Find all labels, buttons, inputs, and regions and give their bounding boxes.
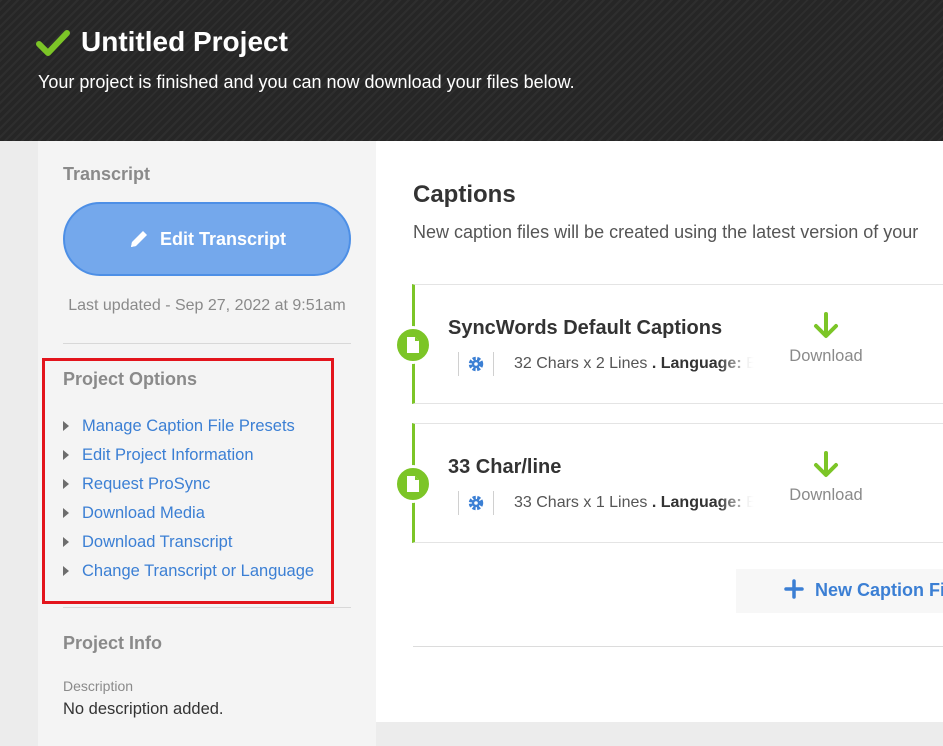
caret-right-icon (63, 507, 69, 518)
download-button[interactable]: Download (783, 450, 869, 505)
option-edit-project-information[interactable]: Edit Project Information (63, 441, 314, 470)
new-caption-file-label: New Caption Fi (815, 580, 943, 600)
download-button[interactable]: Download (783, 311, 869, 366)
description-label: Description (63, 678, 134, 694)
caption-meta: 33 Chars x 1 Lines . Language: En (458, 490, 754, 516)
checkmark-icon (36, 30, 70, 56)
project-info-title: Project Info (63, 633, 163, 653)
divider (413, 646, 943, 647)
gear-icon[interactable] (459, 494, 493, 512)
divider (63, 343, 351, 344)
description-value: No description added. (63, 700, 224, 718)
download-label: Download (789, 347, 863, 365)
transcript-section-title: Transcript (63, 164, 151, 184)
plus-icon (784, 579, 804, 599)
project-options-list: Manage Caption File Presets Edit Project… (63, 412, 314, 586)
caption-preset-info: 33 Chars x 1 Lines . Language: En (514, 494, 754, 511)
caret-right-icon (63, 449, 69, 460)
option-change-transcript-or-language[interactable]: Change Transcript or Language (63, 557, 314, 586)
caption-preset-info: 32 Chars x 2 Lines . Language: En (514, 355, 754, 372)
separator (493, 352, 494, 376)
separator (493, 491, 494, 515)
caption-meta: 32 Chars x 2 Lines . Language: En (458, 351, 754, 377)
option-request-prosync[interactable]: Request ProSync (63, 470, 314, 499)
file-icon (394, 326, 432, 364)
caption-card: 33 Char/line 33 Chars x 1 Lines . Langua… (394, 423, 943, 543)
project-options-title: Project Options (63, 369, 198, 389)
caret-right-icon (63, 478, 69, 489)
sidebar: Transcript Edit Transcript Last updated … (38, 141, 376, 746)
caret-right-icon (63, 536, 69, 547)
file-icon (394, 465, 432, 503)
last-updated-text: Last updated - Sep 27, 2022 at 9:51am (68, 297, 346, 314)
download-label: Download (789, 486, 863, 504)
caret-right-icon (63, 420, 69, 431)
captions-panel: Captions New caption files will be creat… (376, 141, 943, 722)
pencil-icon (130, 231, 147, 247)
caret-right-icon (63, 565, 69, 576)
captions-description: New caption files will be created using … (413, 222, 919, 242)
caption-name: 33 Char/line (448, 456, 562, 478)
option-manage-caption-file-presets[interactable]: Manage Caption File Presets (63, 412, 314, 441)
download-arrow-icon (814, 312, 838, 338)
project-status-message: Your project is finished and you can now… (38, 72, 575, 92)
project-header: Untitled Project Your project is finishe… (0, 0, 943, 141)
caption-card: SyncWords Default Captions 32 Chars x 2 … (394, 284, 943, 404)
option-download-transcript[interactable]: Download Transcript (63, 528, 314, 557)
download-arrow-icon (814, 451, 838, 477)
divider (63, 607, 351, 608)
gear-icon[interactable] (459, 355, 493, 373)
edit-transcript-button[interactable]: Edit Transcript (63, 202, 351, 276)
project-title: Untitled Project (81, 26, 288, 57)
caption-name: SyncWords Default Captions (448, 317, 723, 339)
new-caption-file-button[interactable]: New Caption Fi (736, 569, 943, 613)
option-download-media[interactable]: Download Media (63, 499, 314, 528)
captions-title: Captions (413, 181, 516, 208)
edit-transcript-label: Edit Transcript (159, 228, 287, 249)
